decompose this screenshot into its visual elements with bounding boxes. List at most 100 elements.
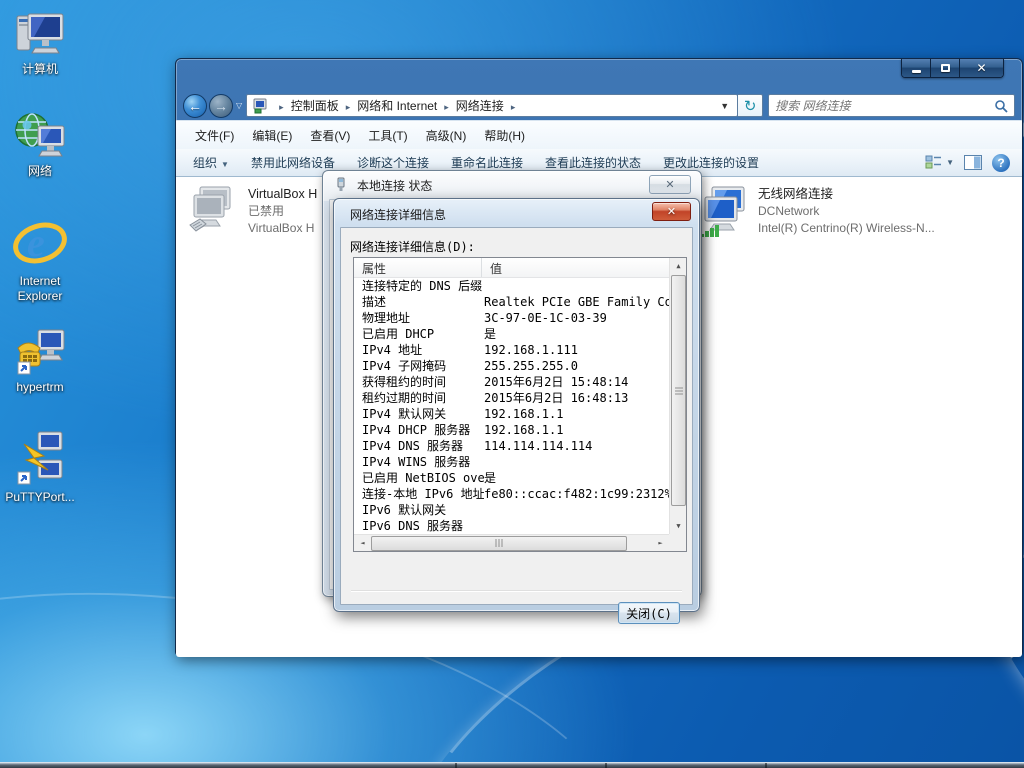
column-header-property[interactable]: 属性 [354,258,482,277]
value-cell [484,502,669,518]
desktop-icon-label: 计算机 [21,62,58,76]
value-cell: 192.168.1.1 [484,407,564,421]
value-cell: 114.114.114.114 [484,439,593,453]
details-dialog-title: 网络连接详细信息 [350,208,447,222]
status-dialog-titlebar[interactable]: 本地连接 状态 ✕ [323,171,701,199]
forward-icon: → [214,97,228,114]
value-cell [484,454,669,470]
taskbar-separator [455,763,457,768]
nic-icon [337,177,345,191]
menu-item[interactable]: 编辑(E) [243,124,301,147]
breadcrumb[interactable]: ▸ 控制面板 ▸ 网络和 Internet ▸ 网络连接 ▸ ▼ [246,94,739,117]
horizontal-scrollbar[interactable]: ◄ ► [354,534,669,551]
menu-item[interactable]: 工具(T) [359,124,416,147]
desktop-icon-computer[interactable]: 计算机 [2,6,78,77]
listview-rows: 连接特定的 DNS 后缀 描述 Realtek PCIe GBE Family Co… [354,278,669,534]
property-cell: 连接特定的 DNS 后缀 [362,279,483,293]
menu-item[interactable]: 高级(N) [417,124,476,147]
details-dialog-close-button[interactable]: ✕ [652,202,691,221]
maximize-button[interactable] [931,59,960,77]
search-input[interactable] [775,98,994,113]
column-header-value[interactable]: 值 [482,258,686,277]
forward-button[interactable]: → [209,93,233,118]
value-cell: 192.168.1.111 [484,343,578,357]
desktop-icon-network[interactable]: 网络 [2,108,78,179]
close-icon: ✕ [665,179,675,191]
table-row[interactable]: 已启用 NetBIOS ove...是 [354,470,669,486]
desktop-icon-hypertrm[interactable]: hypertrm [2,324,78,395]
table-row[interactable]: 获得租约的时间 2015年6月2日 15:48:14 [354,374,669,390]
details-dialog-client: 网络连接详细信息(D): 属性 值 连接特定的 DNS 后缀 描述 Realtek … [340,227,693,624]
connection-name: VirtualBox H [248,187,318,201]
table-row[interactable]: 描述 Realtek PCIe GBE Family Contro [354,294,669,310]
table-row[interactable]: IPv4 DNS 服务器 114.114.114.114 [354,438,669,454]
table-row[interactable]: IPv4 地址 192.168.1.111 [354,342,669,358]
value-cell: Realtek PCIe GBE Family Contro [484,295,669,309]
close-button[interactable]: ✕ [960,59,1003,77]
search-box[interactable] [768,94,1015,117]
property-cell: IPv4 DNS 服务器 [362,439,464,453]
preview-pane-button[interactable] [964,155,982,170]
connection-wireless[interactable]: 无线网络连接 DCNetwork Intel(R) Centrino(R) Wi… [698,185,935,239]
title-bar[interactable]: ✕ [176,59,1022,91]
scroll-right-icon[interactable]: ► [652,535,669,551]
thumb-grip [495,539,503,547]
computer-icon [2,6,78,58]
taskbar-edge[interactable] [0,762,1024,768]
organize-button[interactable]: 组织 ▼ [182,150,240,175]
breadcrumb-items: ▸ 控制面板 ▸ 网络和 Internet ▸ 网络连接 ▸ [272,97,522,115]
table-row[interactable]: IPv6 默认网关 [354,502,669,518]
desktop-icon-internet-explorer[interactable]: e Internet Explorer [2,218,78,304]
menu-item[interactable]: 文件(F) [186,124,243,147]
internet-explorer-icon: e [2,218,78,270]
desktop-icon-label: PuTTYPort... [5,490,75,504]
desktop-icon-puttyport[interactable]: PuTTYPort... [2,424,78,505]
location-icon [252,98,268,114]
table-row[interactable]: IPv4 子网掩码 255.255.255.0 [354,358,669,374]
views-button[interactable]: ▼ [925,155,954,170]
table-row[interactable]: 连接特定的 DNS 后缀 [354,278,669,294]
taskbar-separator [765,763,767,768]
back-button[interactable]: ← [183,93,207,118]
history-dropdown-icon[interactable]: ▽ [236,101,242,110]
breadcrumb-item[interactable]: 网络和 Internet [357,99,437,113]
table-row[interactable]: 租约过期的时间 2015年6月2日 16:48:13 [354,390,669,406]
details-listview[interactable]: 属性 值 连接特定的 DNS 后缀 描述 Realtek PCIe GBE Fami… [353,257,687,552]
views-icon [925,155,942,169]
close-icon: ✕ [666,206,677,218]
table-row[interactable]: IPv4 默认网关 192.168.1.1 [354,406,669,422]
menu-item[interactable]: 查看(V) [301,124,359,147]
scroll-down-icon[interactable]: ▼ [670,518,687,534]
maximize-icon [940,64,950,72]
desktop-icon-label: hypertrm [16,380,64,394]
vertical-scrollbar[interactable]: ▲ ▼ [669,258,686,534]
vertical-scroll-thumb[interactable] [671,275,686,506]
table-row[interactable]: 已启用 DHCP 是 [354,326,669,342]
refresh-button[interactable]: ↻ [738,94,764,117]
connection-virtualbox[interactable]: VirtualBox H 已禁用 VirtualBox H [186,185,317,237]
table-row[interactable]: IPv6 DNS 服务器 [354,518,669,534]
details-close-button[interactable]: 关闭(C) [618,602,680,624]
breadcrumb-item[interactable]: 控制面板 [291,99,339,113]
chevron-down-icon: ▼ [946,158,954,167]
scroll-left-icon[interactable]: ◄ [354,535,371,551]
breadcrumb-item[interactable]: 网络连接 [456,99,504,113]
value-cell: 192.168.1.1 [484,423,564,437]
taskbar-separator [605,763,607,768]
table-row[interactable]: IPv4 DHCP 服务器 192.168.1.1 [354,422,669,438]
minimize-button[interactable] [902,59,931,77]
network-icon [2,108,78,160]
horizontal-scroll-thumb[interactable] [371,535,627,551]
property-cell: 描述 [362,295,387,309]
table-row[interactable]: 物理地址 3C-97-0E-1C-03-39 [354,310,669,326]
breadcrumb-separator-icon: ▸ [444,101,449,112]
menu-bar: 文件(F) 编辑(E) 查看(V) 工具(T) 高级(N) 帮助(H) [176,120,1022,149]
breadcrumb-dropdown-icon[interactable]: ▼ [712,101,737,111]
help-button[interactable]: ? [992,153,1010,172]
scroll-up-icon[interactable]: ▲ [670,258,687,274]
table-row[interactable]: 连接-本地 IPv6 地址 fe80::ccac:f482:1c99:2312%1… [354,486,669,502]
menu-item[interactable]: 帮助(H) [475,124,534,147]
table-row[interactable]: IPv4 WINS 服务器 [354,454,669,470]
search-icon[interactable] [994,99,1008,113]
status-dialog-close-button[interactable]: ✕ [649,175,691,194]
